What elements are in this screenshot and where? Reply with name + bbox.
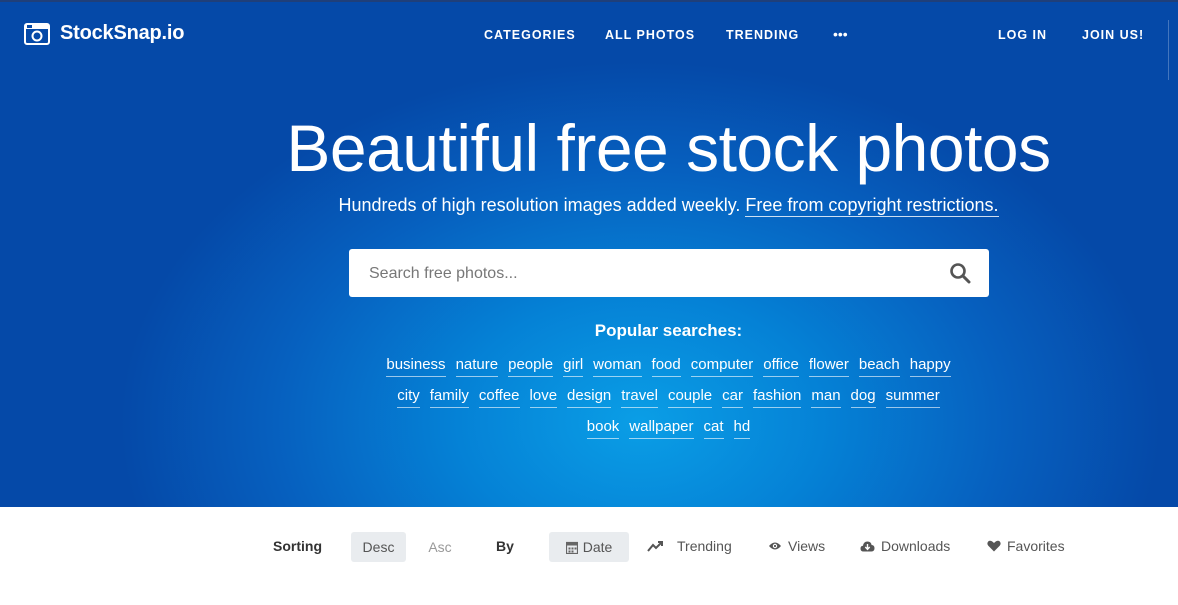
popular-tag-link[interactable]: design: [567, 387, 612, 408]
popular-tag-link[interactable]: computer: [690, 356, 754, 377]
by-label: By: [496, 538, 514, 554]
hero-banner: StockSnap.io CATEGORIES ALL PHOTOS TREND…: [0, 0, 1178, 507]
popular-tag-link[interactable]: city: [397, 387, 420, 408]
camera-icon: [24, 22, 50, 45]
nav-all-photos[interactable]: ALL PHOTOS: [605, 28, 695, 42]
popular-tag-link[interactable]: beach: [858, 356, 900, 377]
cloud-download-icon: [860, 541, 875, 551]
popular-tag-link[interactable]: nature: [455, 356, 499, 377]
calendar-icon: [565, 541, 578, 554]
more-menu-icon[interactable]: •••: [833, 26, 848, 42]
popular-tag-link[interactable]: love: [529, 387, 558, 408]
sort-asc-button[interactable]: Asc: [416, 532, 464, 562]
popular-tag-link[interactable]: flower: [808, 356, 849, 377]
sort-downloads-label: Downloads: [881, 538, 951, 554]
logo-text: StockSnap.io: [60, 22, 185, 44]
popular-tag-link[interactable]: girl: [563, 356, 584, 377]
sort-views-label: Views: [788, 538, 826, 554]
popular-tag-link[interactable]: cat: [703, 418, 724, 439]
nav-categories[interactable]: CATEGORIES: [484, 28, 576, 42]
popular-tag-link[interactable]: fashion: [752, 387, 802, 408]
sort-desc-button[interactable]: Desc: [351, 532, 406, 562]
sorting-bar: Sorting Desc Asc By Date Trending Views …: [0, 507, 1178, 605]
nav-trending[interactable]: TRENDING: [726, 28, 799, 42]
sort-date-label: Date: [582, 539, 613, 555]
divider: [1168, 20, 1169, 80]
popular-tag-link[interactable]: car: [722, 387, 743, 408]
subtitle-text: Hundreds of high resolution images added…: [338, 195, 741, 215]
page-title: Beautiful free stock photos: [286, 111, 1051, 185]
nav-categories-label: CATEGORIES: [484, 28, 576, 42]
nav-join[interactable]: JOIN US!: [1082, 28, 1144, 42]
nav-login[interactable]: LOG IN: [998, 28, 1047, 42]
tags-row-3: book wallpaper cat hd: [0, 418, 1178, 439]
popular-tag-link[interactable]: book: [586, 418, 620, 439]
popular-tag-link[interactable]: travel: [621, 387, 658, 408]
search-box: [349, 249, 989, 297]
eye-icon: [769, 542, 781, 550]
popular-tag-link[interactable]: people: [508, 356, 554, 377]
search-input[interactable]: [367, 261, 931, 287]
popular-tag-link[interactable]: summer: [885, 387, 940, 408]
copyright-link[interactable]: Free from copyright restrictions.: [745, 195, 999, 217]
nav-trending-label: TRENDING: [726, 28, 800, 42]
trending-chart-icon: [647, 541, 663, 552]
popular-tag-link[interactable]: hd: [733, 418, 751, 439]
popular-tag-link[interactable]: couple: [667, 387, 713, 408]
heart-icon: [987, 540, 1001, 552]
popular-tag-link[interactable]: family: [429, 387, 469, 408]
hero-subtitle: Hundreds of high resolution images added…: [0, 195, 1178, 217]
sort-trending-label: Trending: [677, 538, 732, 554]
tags-row-1: business nature people girl woman food compute…: [0, 356, 1178, 377]
sort-by-date-button[interactable]: Date: [549, 532, 629, 562]
nav-login-label: LOG IN: [998, 28, 1048, 42]
sort-favorites-label: Favorites: [1007, 538, 1065, 554]
popular-tag-link[interactable]: wallpaper: [629, 418, 694, 439]
popular-tag-link[interactable]: man: [811, 387, 841, 408]
sorting-label: Sorting: [273, 538, 322, 554]
nav-all-photos-label: ALL PHOTOS: [605, 28, 696, 42]
nav-join-label: JOIN US!: [1082, 28, 1145, 42]
popular-tag-link[interactable]: food: [651, 356, 681, 377]
tags-row-2: city family coffee love design travel couple ca…: [0, 387, 1178, 408]
popular-tag-link[interactable]: happy: [909, 356, 951, 377]
popular-tag-link[interactable]: office: [763, 356, 799, 377]
sort-by-downloads-button[interactable]: Downloads: [860, 538, 950, 554]
search-icon[interactable]: [949, 262, 971, 284]
sort-by-favorites-button[interactable]: Favorites: [987, 538, 1065, 554]
sort-by-trending-button[interactable]: Trending: [647, 538, 732, 554]
popular-heading: Popular searches:: [594, 321, 743, 340]
popular-tag-link[interactable]: coffee: [478, 387, 520, 408]
popular-tag-link[interactable]: dog: [850, 387, 876, 408]
popular-tag-link[interactable]: woman: [593, 356, 642, 377]
popular-tag-link[interactable]: business: [386, 356, 446, 377]
sort-by-views-button[interactable]: Views: [768, 538, 825, 554]
logo[interactable]: StockSnap.io: [24, 22, 184, 45]
